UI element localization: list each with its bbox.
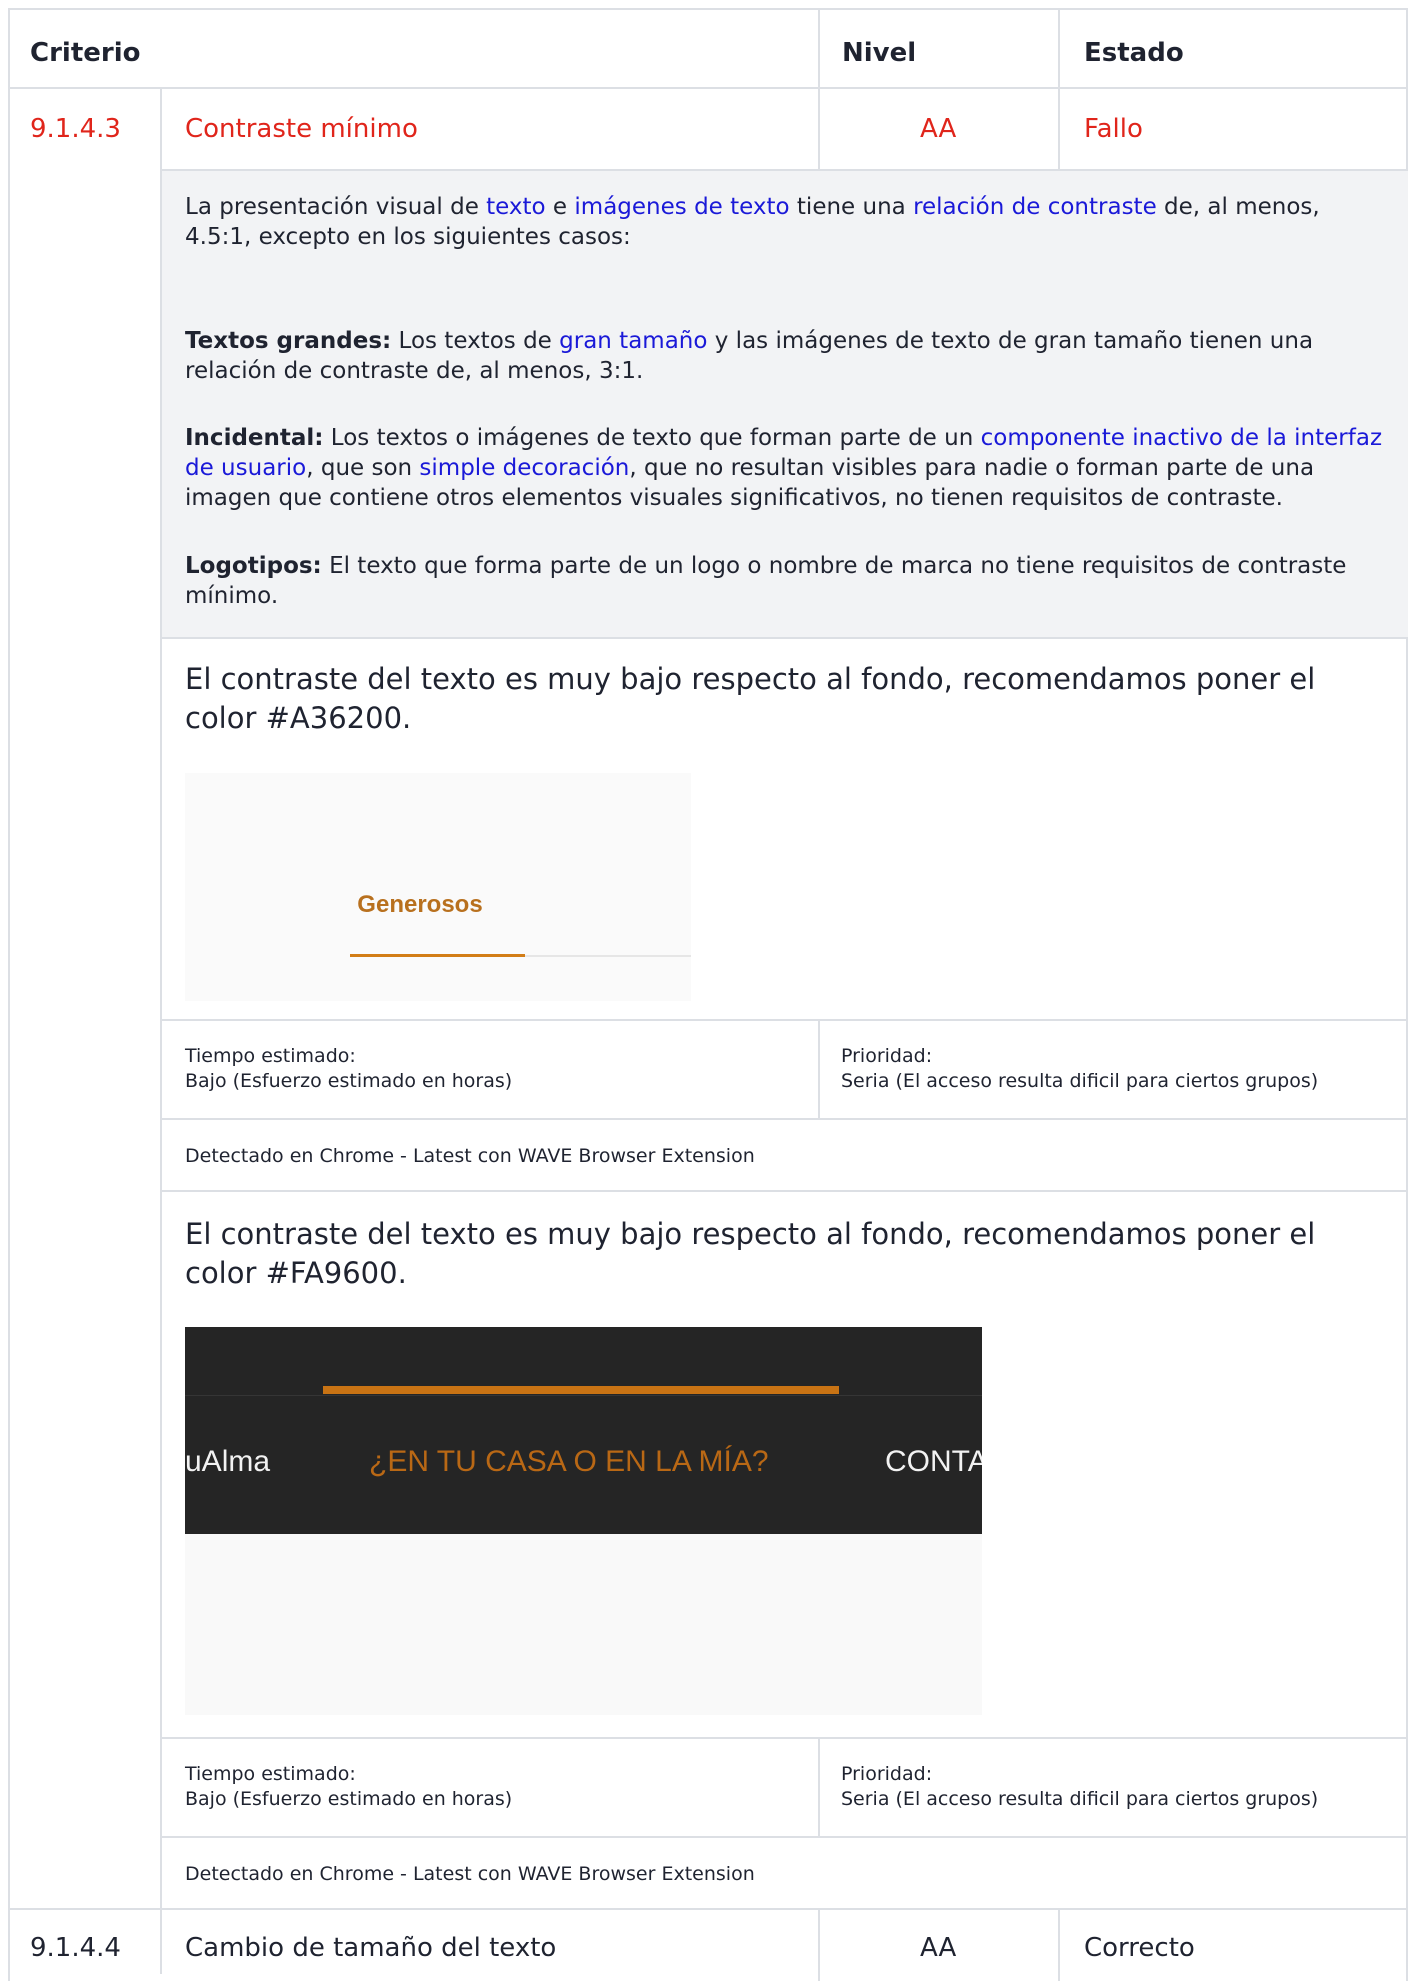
row-divider (162, 1737, 1408, 1739)
column-divider (818, 1737, 820, 1838)
criterion-name: Cambio de tamaño del texto (185, 1933, 557, 1963)
finding-screenshot: Generosos (185, 773, 691, 1001)
link-simple-decoracion[interactable]: simple decoración (419, 455, 629, 481)
screenshot-nav-bar (185, 1327, 982, 1534)
column-divider (1058, 1908, 1060, 1981)
screenshot-divider (185, 1395, 982, 1396)
row-divider (8, 1908, 1408, 1910)
criterion-level: AA (920, 1933, 957, 1963)
description-paragraph: Textos grandes: Los textos de gran tamañ… (185, 328, 1314, 384)
screenshot-menu-item: uAlma (185, 1445, 271, 1478)
priority: Prioridad: Seria (El acceso resulta difi… (841, 1763, 1319, 1810)
header-criterio: Criterio (30, 38, 141, 68)
criterion-status: Correcto (1084, 1933, 1195, 1963)
criterion-name: Contraste mínimo (185, 114, 418, 144)
priority: Prioridad: Seria (El acceso resulta difi… (841, 1045, 1319, 1092)
screenshot-active-underline (350, 954, 525, 957)
criterion-id: 9.1.4.4 (30, 1933, 121, 1963)
link-texto[interactable]: texto (486, 194, 545, 220)
detected-with: Detectado en Chrome - Latest con WAVE Br… (185, 1863, 755, 1885)
description-paragraph: Incidental: Los textos o imágenes de tex… (185, 425, 1383, 511)
column-divider (818, 1019, 820, 1120)
description-paragraph: Logotipos: El texto que forma parte de u… (185, 553, 1347, 609)
row-divider (162, 1190, 1408, 1192)
finding-description: El contraste del texto es muy bajo respe… (185, 662, 1316, 735)
finding-screenshot: uAlma ¿EN TU CASA O EN LA MÍA? CONTA (185, 1327, 982, 1715)
link-gran-tamano[interactable]: gran tamaño (559, 328, 707, 354)
row-divider (162, 1836, 1408, 1838)
row-divider (162, 637, 1408, 639)
column-divider (818, 1908, 820, 1981)
row-divider (162, 1019, 1408, 1021)
screenshot-menu-item-highlighted: ¿EN TU CASA O EN LA MÍA? (369, 1445, 769, 1478)
screenshot-label: Generosos (357, 891, 483, 918)
criterion-level: AA (920, 114, 957, 144)
criterion-status: Fallo (1084, 114, 1143, 144)
row-divider (162, 1118, 1408, 1120)
screenshot-menu-item: CONTA (885, 1445, 982, 1478)
estimated-time: Tiempo estimado: Bajo (Esfuerzo estimado… (185, 1045, 513, 1092)
description-paragraph: La presentación visual de texto e imágen… (185, 194, 1320, 250)
header-estado: Estado (1084, 38, 1184, 68)
header-nivel: Nivel (842, 38, 917, 68)
screenshot-active-indicator (323, 1386, 839, 1394)
link-relacion-de-contraste[interactable]: relación de contraste (913, 194, 1157, 220)
detected-with: Detectado en Chrome - Latest con WAVE Br… (185, 1145, 755, 1167)
finding-description: El contraste del texto es muy bajo respe… (185, 1217, 1316, 1290)
row-divider (8, 87, 1408, 89)
link-imagenes-de-texto[interactable]: imágenes de texto (574, 194, 789, 220)
criterion-id: 9.1.4.3 (30, 114, 121, 144)
estimated-time: Tiempo estimado: Bajo (Esfuerzo estimado… (185, 1763, 513, 1810)
